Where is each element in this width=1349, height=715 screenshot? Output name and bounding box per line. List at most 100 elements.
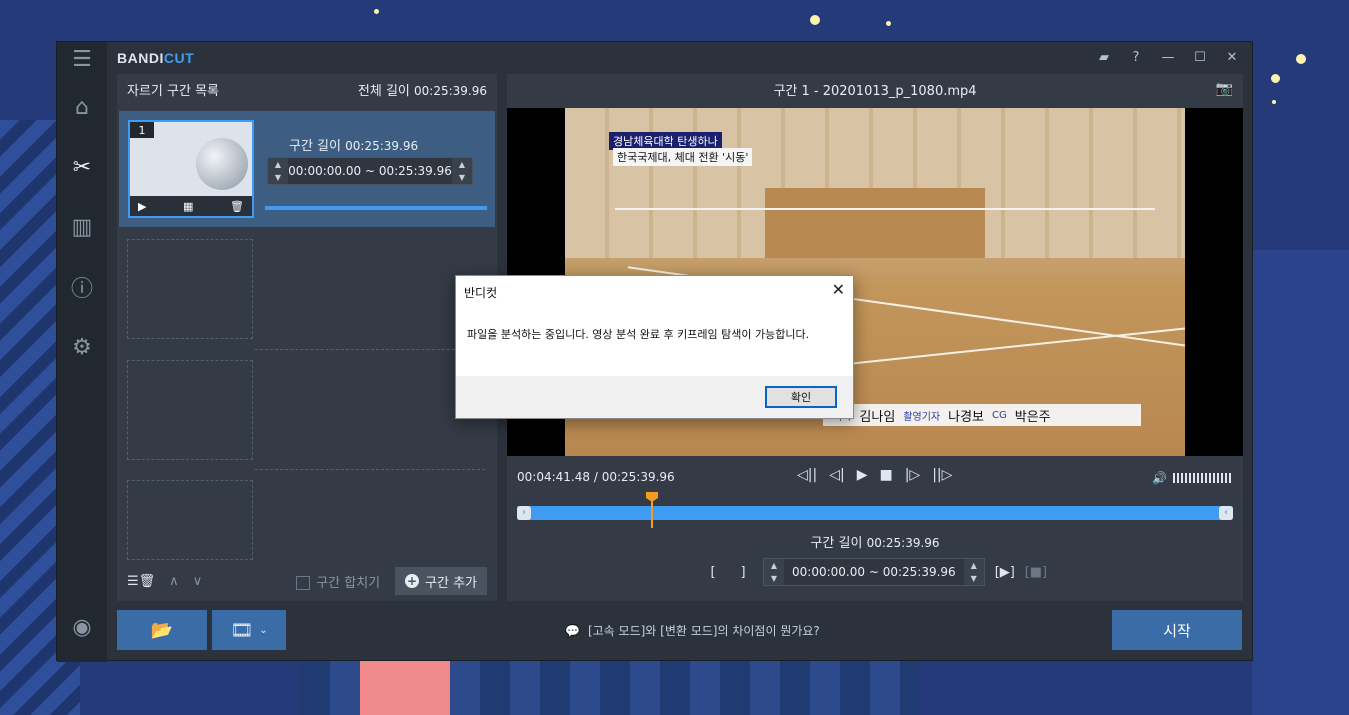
maximize-icon[interactable]: ☐	[1186, 46, 1214, 68]
output-mode-button[interactable]: 🎞 ⌄	[212, 610, 286, 650]
trash-icon[interactable]: 🗑	[230, 200, 244, 213]
segment-list-panel: 자르기 구간 목록 전체 길이 00:25:39.96 1 ▶ ▦ 🗑 구간 길…	[117, 74, 497, 601]
speaker-icon[interactable]: 🔊	[1152, 471, 1167, 485]
segment-number: 1	[130, 122, 154, 138]
chevron-down-icon[interactable]: ▼	[459, 173, 465, 182]
folder-open-icon: 📂	[150, 619, 174, 641]
segment-range-value[interactable]: 00:00:00.00 ~ 00:25:39.96	[288, 164, 452, 178]
chevron-down-icon[interactable]: ▼	[275, 173, 281, 182]
end-stepper[interactable]: ▲ ▼	[452, 158, 472, 184]
preview-title: 구간 1 - 20201013_p_1080.mp4	[773, 83, 977, 99]
segment-length-value: 00:25:39.96	[345, 139, 419, 153]
chat-icon: 💬	[565, 623, 580, 638]
folder-icon[interactable]: ▰	[1090, 46, 1118, 68]
volume-slider[interactable]	[1173, 473, 1233, 483]
home-icon[interactable]: ⌂	[65, 90, 99, 124]
help-tip-text: [고속 모드]와 [변환 모드]의 차이점이 뭔가요?	[587, 624, 820, 638]
help-tip[interactable]: 💬 [고속 모드]와 [변환 모드]의 차이점이 뭔가요?	[565, 622, 820, 639]
logo-text-accent: CUT	[163, 50, 195, 66]
plus-icon: +	[405, 574, 420, 588]
playback-controls: ◁|| ◁| ▶ ■ |▷ ||▷	[797, 467, 952, 483]
dialog-title: 반디컷	[464, 286, 498, 300]
dialog-footer: 확인	[456, 376, 853, 418]
segment-range: ▲ ▼ 00:00:00.00 ~ 00:25:39.96 ▲ ▼	[267, 157, 473, 185]
panel-title: 자르기 구간 목록	[127, 83, 219, 99]
empty-segment-slot	[127, 239, 253, 339]
volume-control[interactable]: 🔊	[1152, 471, 1233, 485]
total-length: 전체 길이 00:25:39.96	[358, 80, 487, 99]
play-icon[interactable]: ▶	[138, 200, 146, 213]
segment-length: 구간 길이 00:25:39.96	[289, 135, 418, 154]
minimize-icon[interactable]: —	[1154, 46, 1182, 68]
sel-start: 00:00:00.00	[792, 565, 865, 579]
next-frame-icon[interactable]: |▷	[905, 467, 920, 483]
star-decoration	[1271, 74, 1280, 83]
menu-icon[interactable]: ☰	[65, 42, 99, 76]
segment-progress-bar	[265, 206, 487, 210]
info-icon[interactable]: ⓘ	[65, 270, 99, 304]
segment-list-header: 자르기 구간 목록 전체 길이 00:25:39.96	[117, 74, 497, 104]
close-icon[interactable]: ✕	[832, 280, 845, 299]
record-icon[interactable]: ◉	[65, 610, 99, 644]
set-start-icon[interactable]: [	[703, 565, 723, 580]
playhead[interactable]	[651, 492, 653, 528]
selection-length: 구간 길이 00:25:39.96	[507, 532, 1243, 551]
stop-selection-icon[interactable]: [■]	[1025, 565, 1047, 580]
chevron-down-icon[interactable]: ∨	[193, 574, 203, 589]
chevron-up-icon[interactable]: ▲	[459, 160, 465, 169]
star-decoration	[886, 21, 891, 26]
app-logo: BANDICUT	[117, 50, 194, 66]
selection-end-handle[interactable]: ‹	[1219, 506, 1233, 520]
chevron-down-icon[interactable]: ▼	[771, 574, 777, 583]
play-selection-icon[interactable]: [▶]	[995, 565, 1015, 580]
segment-item[interactable]: 1 ▶ ▦ 🗑 구간 길이 00:25:39.96 ▲ ▼ 00:00:00.00…	[119, 111, 495, 227]
news-credits: 기자 김나임 촬영기자 나경보 CG 박은주	[823, 404, 1141, 426]
chevron-up-icon[interactable]: ∧	[169, 574, 179, 589]
sel-end: 00:25:39.96	[882, 565, 956, 579]
chevron-up-icon[interactable]: ▲	[275, 160, 281, 169]
range-sep: ~	[364, 164, 376, 178]
selection-length-label: 구간 길이	[810, 536, 863, 551]
chevron-up-icon[interactable]: ▲	[971, 561, 977, 570]
chevron-up-icon[interactable]: ▲	[771, 561, 777, 570]
join-icon[interactable]: ▥	[65, 210, 99, 244]
range-start: 00:00:00.00	[288, 164, 362, 178]
chevron-down-icon[interactable]: ▼	[971, 574, 977, 583]
total-length-value: 00:25:39.96	[414, 83, 487, 98]
sel-start-stepper[interactable]: ▲ ▼	[764, 559, 784, 585]
badminton-net	[615, 208, 1155, 248]
ok-button[interactable]: 확인	[765, 386, 837, 408]
timeline-slider[interactable]: › ‹	[517, 506, 1233, 520]
grid-icon[interactable]: ▦	[183, 200, 193, 213]
preview-header: 구간 1 - 20201013_p_1080.mp4 📷	[507, 74, 1243, 104]
start-button[interactable]: 시작	[1112, 610, 1242, 650]
open-file-button[interactable]: 📂	[117, 610, 207, 650]
total-time: 00:25:39.96	[601, 470, 675, 484]
cut-icon[interactable]: ✂	[65, 150, 99, 184]
selection-range-row: [ ] ▲ ▼ 00:00:00.00 ~ 00:25:39.96 ▲ ▼ [▶] …	[703, 558, 1047, 586]
star-decoration	[374, 9, 379, 14]
prev-keyframe-icon[interactable]: ◁||	[797, 467, 817, 483]
selection-start-handle[interactable]: ›	[517, 506, 531, 520]
checkbox-box[interactable]	[296, 576, 311, 590]
total-length-label: 전체 길이	[357, 83, 410, 99]
merge-segments-checkbox[interactable]: 구간 합치기	[296, 572, 380, 591]
add-segment-button[interactable]: + 구간 추가	[395, 567, 487, 595]
help-icon[interactable]: ?	[1122, 46, 1150, 68]
stop-icon[interactable]: ■	[879, 467, 892, 483]
prev-frame-icon[interactable]: ◁|	[829, 467, 844, 483]
set-end-icon[interactable]: ]	[733, 565, 753, 580]
next-keyframe-icon[interactable]: ||▷	[932, 467, 952, 483]
message-dialog: 반디컷 ✕ 파일을 분석하는 중입니다. 영상 분석 완료 후 키프레임 탐색이…	[455, 275, 854, 419]
selection-length-value: 00:25:39.96	[866, 536, 940, 550]
start-stepper[interactable]: ▲ ▼	[268, 158, 288, 184]
segment-thumbnail[interactable]: 1 ▶ ▦ 🗑	[128, 120, 254, 218]
close-icon[interactable]: ✕	[1218, 46, 1246, 68]
selection-range-value[interactable]: 00:00:00.00 ~ 00:25:39.96	[784, 565, 964, 579]
sel-end-stepper[interactable]: ▲ ▼	[963, 559, 984, 585]
credit-name: 김나임	[859, 409, 896, 425]
settings-icon[interactable]: ⚙	[65, 330, 99, 364]
delete-all-icon[interactable]: ☰🗑	[127, 574, 155, 589]
play-icon[interactable]: ▶	[857, 467, 868, 483]
camera-icon[interactable]: 📷	[1216, 81, 1233, 97]
